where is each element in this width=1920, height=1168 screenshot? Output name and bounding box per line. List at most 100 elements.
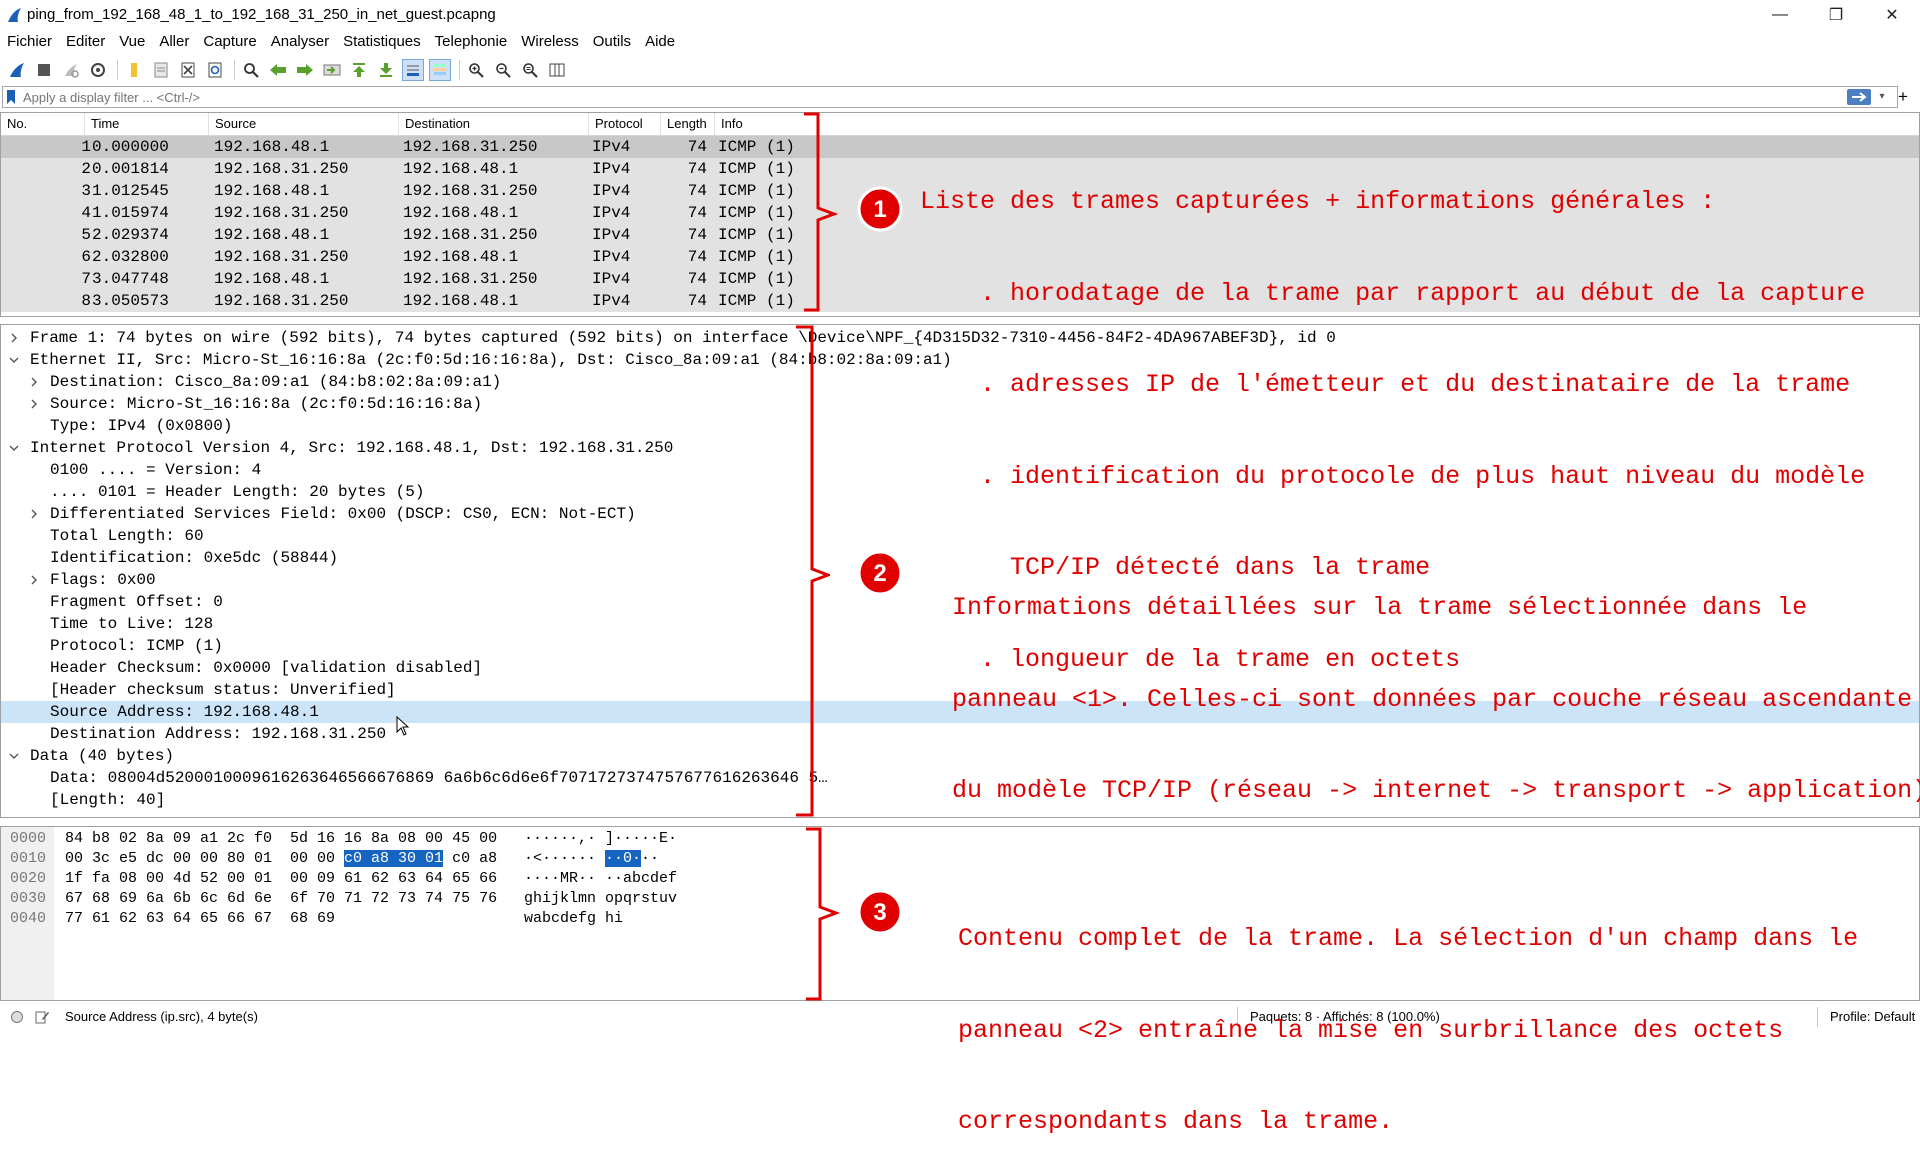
bytes-ascii[interactable]: wabcdefg hi	[524, 909, 623, 929]
zoom-in-icon[interactable]	[465, 59, 487, 81]
detail-tree-text: 0100 .... = Version: 4	[50, 461, 262, 479]
go-forward-icon[interactable]	[294, 59, 316, 81]
bytes-hex[interactable]: 1f fa 08 00 4d 52 00 01 00 09 61 62 63 6…	[65, 869, 497, 889]
bookmark-icon[interactable]	[7, 90, 15, 104]
zoom-normal-icon[interactable]	[519, 59, 541, 81]
menu-fichier[interactable]: Fichier	[0, 30, 59, 54]
menu-outils[interactable]: Outils	[586, 30, 638, 54]
menu-telephonie[interactable]: Telephonie	[428, 30, 515, 54]
annotation-2-line: panneau <1>. Celles-ci sont données par …	[952, 684, 1913, 714]
bytes-ascii[interactable]: ·<······ ··0···	[524, 849, 659, 869]
detail-tree-text: Header Checksum: 0x0000 [validation disa…	[50, 659, 483, 677]
bytes-hex[interactable]: 00 3c e5 dc 00 00 80 01 00 00 c0 a8 30 0…	[65, 849, 497, 869]
packet-cell-time: 2.029374	[92, 226, 169, 244]
chevron-down-icon[interactable]	[7, 745, 21, 767]
annotation-3-line: Contenu complet de la trame. La sélectio…	[958, 924, 1859, 953]
save-file-icon[interactable]	[150, 59, 172, 81]
mouse-cursor-icon	[396, 716, 410, 736]
chevron-right-icon[interactable]	[27, 503, 41, 525]
colorize-icon[interactable]	[429, 59, 451, 81]
annotation-brace-2	[796, 325, 830, 817]
annotation-number-3: 3	[873, 899, 886, 926]
go-last-icon[interactable]	[375, 59, 397, 81]
annotation-brace-1	[804, 112, 839, 312]
packet-cell-no: 2	[81, 160, 91, 178]
packet-cell-time: 0.000000	[92, 138, 169, 156]
column-header-destination[interactable]: Destination	[399, 113, 589, 135]
autoscroll-icon[interactable]	[402, 59, 424, 81]
menu-bar: Fichier Editer Vue Aller Capture Analyse…	[0, 30, 1920, 54]
maximize-button[interactable]: ❐	[1808, 0, 1864, 30]
detail-tree-text: [Header checksum status: Unverified]	[50, 681, 396, 699]
annotation-number-2: 2	[873, 560, 886, 587]
bytes-ascii-selected: ··0·	[605, 850, 642, 867]
display-filter-input[interactable]	[23, 88, 1823, 106]
chevron-right-icon[interactable]	[27, 393, 41, 415]
apply-filter-arrow-icon[interactable]	[1847, 89, 1871, 105]
chevron-right-icon[interactable]	[7, 327, 21, 349]
go-back-icon[interactable]	[267, 59, 289, 81]
capture-options-icon[interactable]	[87, 59, 109, 81]
bytes-ascii[interactable]: ····MR·· ··abcdef	[524, 869, 677, 889]
filter-history-dropdown-icon[interactable]: ▾	[1875, 89, 1889, 105]
resize-columns-icon[interactable]	[546, 59, 568, 81]
edit-comment-icon[interactable]	[34, 1009, 50, 1025]
menu-vue[interactable]: Vue	[112, 30, 152, 54]
zoom-out-icon[interactable]	[492, 59, 514, 81]
packet-cell-proto: IPv4	[592, 292, 631, 310]
bytes-ascii[interactable]: ghijklmn opqrstuv	[524, 889, 677, 909]
menu-statistiques[interactable]: Statistiques	[336, 30, 428, 54]
packet-cell-len: 74	[687, 182, 707, 200]
menu-aller[interactable]: Aller	[152, 30, 196, 54]
menu-aide[interactable]: Aide	[638, 30, 682, 54]
detail-tree-text: .... 0101 = Header Length: 20 bytes (5)	[50, 483, 425, 501]
shark-fin-start-icon[interactable]	[6, 59, 28, 81]
bytes-ascii[interactable]: ······,· ]·····E·	[524, 829, 677, 849]
detail-tree-text: Total Length: 60	[50, 527, 204, 545]
packet-cell-len: 74	[687, 138, 707, 156]
chevron-down-icon[interactable]	[7, 437, 21, 459]
column-header-source[interactable]: Source	[209, 113, 399, 135]
bytes-hex[interactable]: 77 61 62 63 64 65 66 67 68 69	[65, 909, 335, 929]
reload-icon[interactable]	[204, 59, 226, 81]
minimize-button[interactable]: —	[1752, 0, 1808, 30]
packet-cell-proto: IPv4	[592, 204, 631, 222]
wireshark-fin-icon	[8, 8, 21, 22]
annotation-1-line: . adresses IP de l'émetteur et du destin…	[920, 370, 1851, 399]
open-folder-icon[interactable]	[123, 59, 145, 81]
close-button[interactable]: ✕	[1864, 0, 1920, 30]
menu-analyser[interactable]: Analyser	[264, 30, 336, 54]
packet-cell-dst: 192.168.31.250	[403, 270, 538, 288]
column-header-protocol[interactable]: Protocol	[589, 113, 661, 135]
annotation-number-2-badge: 2	[857, 550, 903, 596]
find-icon[interactable]	[240, 59, 262, 81]
restart-icon[interactable]	[60, 59, 82, 81]
expert-info-icon[interactable]	[10, 1010, 24, 1024]
detail-tree-text: Identification: 0xe5dc (58844)	[50, 549, 339, 567]
menu-wireless[interactable]: Wireless	[514, 30, 586, 54]
chevron-right-icon[interactable]	[27, 569, 41, 591]
detail-tree-text: [Length: 40]	[50, 791, 166, 809]
bytes-hex[interactable]: 67 68 69 6a 6b 6c 6d 6e 6f 70 71 72 73 7…	[65, 889, 497, 909]
go-to-packet-icon[interactable]	[321, 59, 343, 81]
bytes-hex[interactable]: 84 b8 02 8a 09 a1 2c f0 5d 16 16 8a 08 0…	[65, 829, 497, 849]
menu-capture[interactable]: Capture	[196, 30, 263, 54]
close-file-icon[interactable]	[177, 59, 199, 81]
annotation-3-line: panneau <2> entraîne la mise en surbrill…	[958, 1015, 1784, 1045]
bytes-offset: 0040	[10, 910, 47, 927]
column-header-length[interactable]: Length	[661, 113, 715, 135]
go-first-icon[interactable]	[348, 59, 370, 81]
packet-cell-proto: IPv4	[592, 226, 631, 244]
detail-tree-text: Destination: Cisco_8a:09:a1 (84:b8:02:8a…	[50, 373, 502, 391]
column-header-time[interactable]: Time	[85, 113, 209, 135]
menu-editer[interactable]: Editer	[59, 30, 112, 54]
bytes-offset: 0000	[10, 830, 47, 847]
add-filter-button[interactable]: +	[1892, 86, 1914, 108]
packet-cell-dst: 192.168.48.1	[403, 204, 519, 222]
chevron-down-icon[interactable]	[7, 349, 21, 371]
stop-icon[interactable]	[33, 59, 55, 81]
annotation-1-line: Liste des trames capturées + information…	[920, 187, 1716, 216]
packet-cell-no: 5	[81, 226, 91, 244]
column-header-no[interactable]: No.	[1, 113, 85, 135]
chevron-right-icon[interactable]	[27, 371, 41, 393]
